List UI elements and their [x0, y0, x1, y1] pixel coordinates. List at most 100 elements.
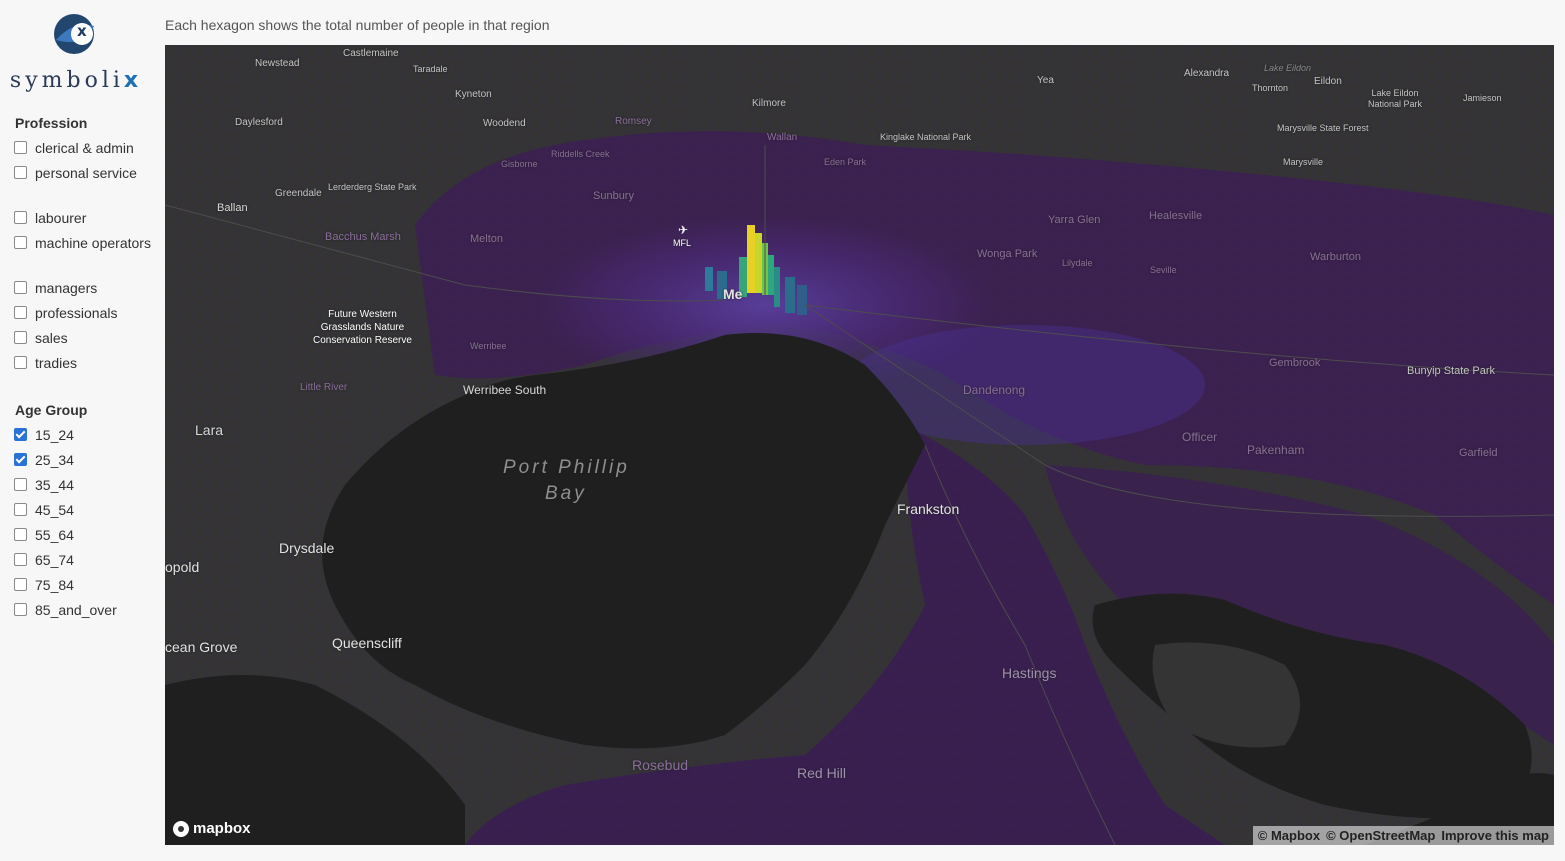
place-daylesford: Daylesford	[235, 117, 283, 128]
checkbox[interactable]	[14, 503, 27, 516]
checkbox[interactable]	[14, 478, 27, 491]
bar-cbd-10	[705, 267, 713, 291]
place-bunyip: Bunyip State Park	[1407, 365, 1496, 377]
checkbox-label: 35_44	[35, 477, 74, 493]
place-bay: Bay	[545, 483, 587, 504]
checkbox-label: 45_54	[35, 502, 74, 518]
place-kilmore: Kilmore	[752, 98, 786, 109]
checkbox[interactable]	[14, 578, 27, 591]
checkbox-label: machine operators	[35, 235, 151, 251]
place-eden-park: Eden Park	[824, 157, 867, 167]
checkbox-label: 55_64	[35, 527, 74, 543]
checkbox[interactable]	[14, 211, 27, 224]
checkbox[interactable]	[14, 166, 27, 179]
place-yarra-glen: Yarra Glen	[1048, 214, 1101, 226]
place-seville: Seville	[1150, 265, 1177, 275]
place-drysdale: Drysdale	[279, 540, 335, 556]
place-hastings: Hastings	[1002, 665, 1057, 681]
checkbox[interactable]	[14, 603, 27, 616]
place-alexandra: Alexandra	[1184, 68, 1230, 79]
checkbox[interactable]	[14, 453, 27, 466]
airport-icon: ✈	[678, 223, 689, 237]
place-thornton: Thornton	[1252, 83, 1289, 93]
place-eildon: Eildon	[1314, 76, 1342, 87]
checkbox[interactable]	[14, 281, 27, 294]
hexagon-map[interactable]: Newstead Castlemaine Taradale Kyneton Da…	[165, 45, 1554, 845]
place-werribee-south: Werribee South	[463, 383, 547, 397]
bar-cbd-4	[768, 255, 774, 295]
attribution-osm-link[interactable]: © OpenStreetMap	[1326, 828, 1435, 843]
place-sunbury: Sunbury	[593, 190, 634, 202]
place-lake-eildon-np: Lake Eildon National Park	[1367, 88, 1423, 109]
bar-cbd-8	[797, 285, 807, 315]
place-pakenham: Pakenham	[1247, 443, 1305, 457]
checkbox[interactable]	[14, 528, 27, 541]
checkbox-label: 75_84	[35, 577, 74, 593]
place-lake-eildon: Lake Eildon	[1264, 63, 1312, 73]
place-taradale: Taradale	[413, 64, 448, 74]
logo-badge-letter: x	[77, 22, 87, 40]
place-rosebud: Rosebud	[632, 757, 689, 773]
place-dandenong: Dandenong	[963, 383, 1026, 397]
checkbox-label: labourer	[35, 210, 87, 226]
place-lerderderg: Lerderderg State Park	[328, 182, 417, 192]
bar-cbd-1	[747, 225, 755, 293]
checkbox[interactable]	[14, 553, 27, 566]
symbolix-logo: x symbolix	[6, 12, 146, 96]
checkbox-label: clerical & admin	[35, 140, 134, 156]
place-bacchus-marsh: Bacchus Marsh	[325, 231, 401, 243]
attribution-mapbox-link[interactable]: © Mapbox	[1258, 828, 1320, 843]
checkbox[interactable]	[14, 306, 27, 319]
checkbox[interactable]	[14, 331, 27, 344]
checkbox-label: personal service	[35, 165, 137, 181]
map-attribution: © Mapbox © OpenStreetMap Improve this ma…	[1252, 826, 1554, 845]
bar-cbd-2	[755, 233, 762, 293]
place-garfield: Garfield	[1459, 447, 1498, 459]
mapbox-logo[interactable]: mapbox	[173, 820, 251, 837]
place-future-western: Future Western Grasslands Nature Conserv…	[313, 309, 412, 346]
place-healesville: Healesville	[1149, 210, 1203, 222]
place-wonga-park: Wonga Park	[977, 248, 1038, 260]
place-port-phillip: Port Phillip	[503, 457, 630, 478]
improve-map-link[interactable]: Improve this map	[1441, 828, 1549, 843]
checkbox[interactable]	[14, 356, 27, 369]
place-lara: Lara	[195, 422, 224, 438]
checkbox-label: 25_34	[35, 452, 74, 468]
place-riddells-creek: Riddells Creek	[551, 149, 610, 159]
logo-wordmark: symbolix	[6, 68, 146, 93]
place-mfl: MFL	[673, 238, 691, 248]
place-officer: Officer	[1182, 430, 1218, 444]
sidebar: x symbolix Profession clerical & admin pe…	[0, 0, 160, 861]
checkbox[interactable]	[14, 141, 27, 154]
place-marysville-sf: Marysville State Forest	[1277, 123, 1369, 133]
place-marysville: Marysville	[1283, 157, 1324, 167]
place-queenscliff: Queenscliff	[332, 635, 402, 651]
place-jamieson: Jamieson	[1463, 93, 1502, 103]
place-little-river: Little River	[300, 382, 348, 393]
place-werribee: Werribee	[470, 341, 507, 351]
place-gisborne: Gisborne	[501, 159, 538, 169]
place-woodend: Woodend	[483, 118, 526, 129]
place-ocean-grove: cean Grove	[165, 639, 238, 655]
place-lilydale: Lilydale	[1062, 258, 1093, 268]
profession-title: Profession	[15, 115, 88, 131]
place-frankston: Frankston	[897, 501, 960, 517]
checkbox[interactable]	[14, 236, 27, 249]
checkbox-label: 65_74	[35, 552, 74, 568]
place-yea: Yea	[1037, 75, 1054, 86]
bar-cbd-7	[785, 277, 795, 313]
place-newstead: Newstead	[255, 58, 300, 69]
mapbox-logo-text: mapbox	[193, 820, 251, 837]
place-warburton: Warburton	[1310, 251, 1361, 263]
place-kyneton: Kyneton	[455, 89, 492, 100]
logo-globe-icon	[54, 14, 94, 54]
checkbox-label: managers	[35, 280, 98, 296]
logo-text-main: symboli	[9, 68, 124, 93]
checkbox-label: professionals	[35, 305, 118, 321]
age-group-title: Age Group	[15, 402, 88, 418]
logo-text-accent: x	[123, 68, 143, 93]
place-castlemaine: Castlemaine	[343, 48, 399, 59]
checkbox-label: sales	[35, 330, 68, 346]
place-wallan: Wallan	[767, 132, 798, 143]
checkbox[interactable]	[14, 428, 27, 441]
